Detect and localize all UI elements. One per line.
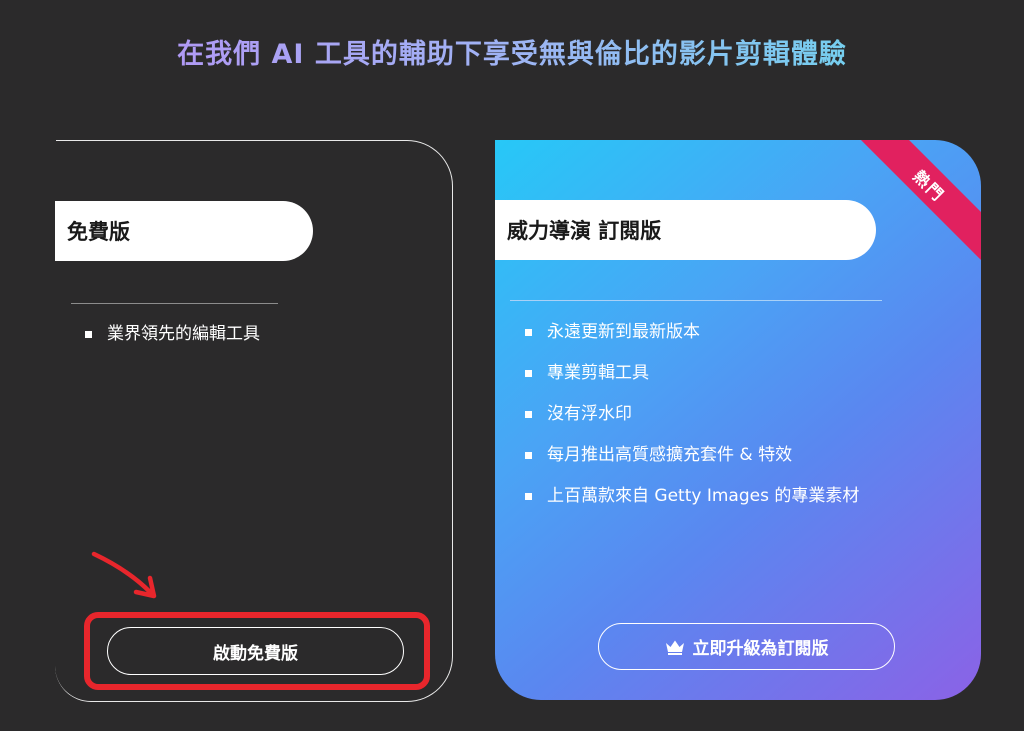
upgrade-subscription-button[interactable]: 立即升級為訂閱版	[598, 623, 895, 670]
list-item: 每月推出高質感擴充套件 & 特效	[525, 443, 859, 484]
pro-plan-divider	[510, 300, 882, 301]
list-item: 沒有浮水印	[525, 402, 859, 443]
upgrade-button-label: 立即升級為訂閱版	[692, 639, 829, 659]
pro-plan-feature-list: 永遠更新到最新版本 專業剪輯工具 沒有浮水印 每月推出高質感擴充套件 & 特效 …	[525, 320, 859, 525]
pro-plan-title: 威力導演 訂閱版	[495, 200, 876, 260]
free-plan-feature-list: 業界領先的編輯工具	[85, 322, 260, 363]
list-item: 上百萬款來自 Getty Images 的專業素材	[525, 484, 859, 525]
free-plan-title: 免費版	[55, 201, 313, 261]
list-item: 永遠更新到最新版本	[525, 320, 859, 361]
list-item: 業界領先的編輯工具	[85, 322, 260, 363]
page-headline: 在我們 AI 工具的輔助下享受無與倫比的影片剪輯體驗	[0, 32, 1024, 71]
list-item: 專業剪輯工具	[525, 361, 859, 402]
highlight-box	[84, 612, 430, 690]
crown-icon	[665, 640, 684, 655]
pro-plan-card: 熱門 威力導演 訂閱版 永遠更新到最新版本 專業剪輯工具 沒有浮水印 每月推出高…	[495, 140, 981, 700]
free-plan-divider	[71, 303, 278, 304]
red-arrow-icon	[91, 551, 157, 599]
